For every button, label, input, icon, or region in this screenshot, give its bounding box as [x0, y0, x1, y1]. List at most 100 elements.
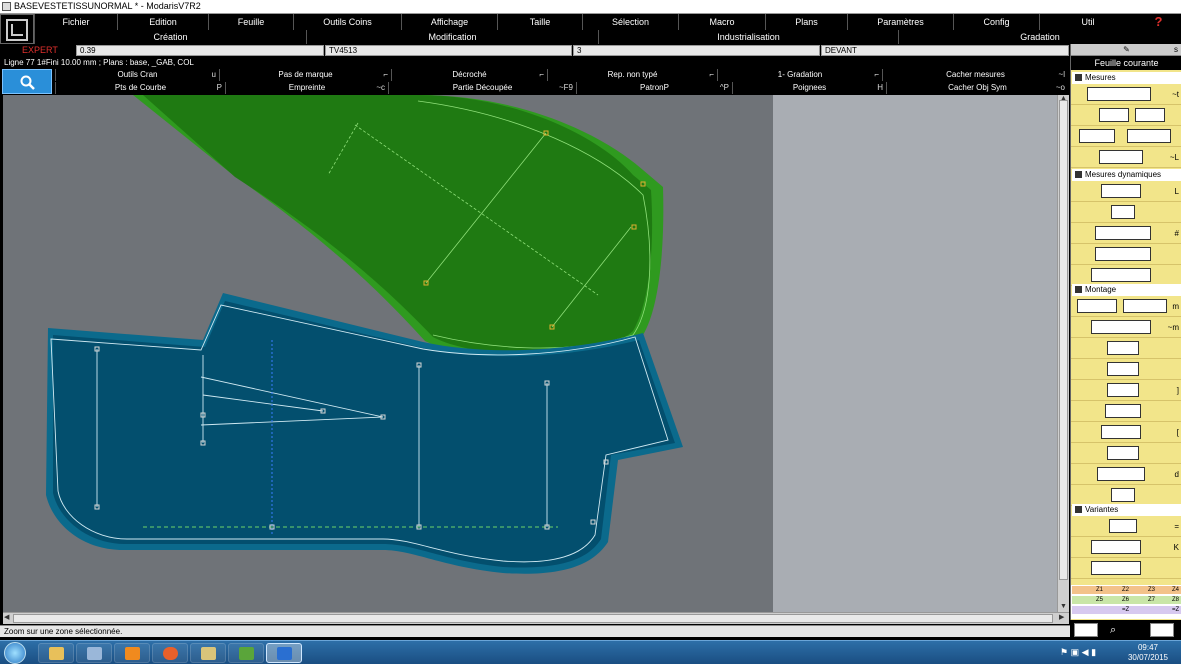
system-tray[interactable]: ⚑ ▣ ◀ ▮ — [1060, 647, 1118, 659]
tool-decroche[interactable]: Décroché ⌐ — [391, 69, 547, 81]
tool-cacher-mesures[interactable]: Cacher mesures ~l — [882, 69, 1068, 81]
section-mesures-dynamiques[interactable]: Mesures dynamiques — [1072, 169, 1181, 181]
menu-outils-coins[interactable]: Outils Coins — [293, 14, 401, 30]
montage-tool-4[interactable] — [1071, 359, 1181, 380]
menu-macro[interactable]: Macro — [678, 14, 765, 30]
measure-curve-tool[interactable]: ~L — [1071, 147, 1181, 168]
montage-tool[interactable]: m — [1071, 296, 1181, 317]
submenu-modification[interactable]: Modification — [306, 30, 598, 44]
montage-tool-3[interactable] — [1071, 338, 1181, 359]
zone-label: =Z — [1122, 607, 1130, 613]
montage-walk-tool[interactable]: ~m — [1071, 317, 1181, 338]
clock[interactable]: 09:47 30/07/2015 — [1120, 643, 1176, 663]
line-info: Ligne 77 1#Fini 10.00 mm ; Plans : base,… — [0, 57, 1070, 68]
menu-feuille[interactable]: Feuille — [208, 14, 293, 30]
menu-taille[interactable]: Taille — [497, 14, 582, 30]
scroll-up-icon[interactable]: ▲ — [1060, 94, 1067, 104]
section-montage[interactable]: Montage — [1072, 284, 1181, 296]
measure-area-tool[interactable] — [1071, 126, 1181, 147]
volume-icon[interactable]: ◀ — [1082, 647, 1089, 657]
shortcut: L — [1174, 187, 1179, 196]
tool-pas-de-marque[interactable]: Pas de marque ⌐ — [219, 69, 391, 81]
help-icon[interactable]: ? — [1136, 14, 1181, 30]
menu-fichier[interactable]: Fichier — [34, 14, 117, 30]
zoom-search-button[interactable] — [2, 69, 52, 94]
piece-measure-icon — [1135, 108, 1165, 122]
modaris-icon[interactable] — [228, 643, 264, 663]
flag-icon[interactable]: ⚑ — [1060, 647, 1068, 657]
dynamic-link-tool-2[interactable] — [1071, 265, 1181, 286]
horizontal-scrollbar[interactable]: ◀ ▶ — [3, 612, 1069, 624]
montage-tool-5[interactable]: ] — [1071, 380, 1181, 401]
menu-config[interactable]: Config — [953, 14, 1039, 30]
battery-icon[interactable]: ▮ — [1091, 647, 1096, 657]
scroll-left-icon[interactable]: ◀ — [4, 613, 9, 623]
dynamic-link-tool[interactable] — [1071, 244, 1181, 265]
app-icon[interactable] — [266, 643, 302, 663]
panel-header[interactable]: ✎ s — [1071, 44, 1181, 56]
tool-rep-non-type[interactable]: Rep. non typé ⌐ — [547, 69, 717, 81]
network-icon[interactable]: ▣ — [1071, 647, 1080, 657]
shortcut: ⌐ — [539, 70, 544, 79]
variant-table-tool[interactable]: K — [1071, 537, 1181, 558]
tool-partie-decoupee[interactable]: Partie Découpée ~F9 — [388, 82, 576, 94]
scroll-down-icon[interactable]: ▼ — [1060, 602, 1067, 612]
firefox-icon[interactable] — [152, 643, 188, 663]
vlc-icon[interactable] — [114, 643, 150, 663]
tool-cacher-obj-sym[interactable]: Cacher Obj Sym ~o — [886, 82, 1068, 94]
shortcut: ⌐ — [383, 70, 388, 79]
clock-time: 09:47 — [1137, 643, 1159, 652]
submenu-industrialisation[interactable]: Industrialisation — [598, 30, 898, 44]
montage-tool-7[interactable]: [ — [1071, 422, 1181, 443]
scroll-thumb[interactable] — [13, 614, 1053, 623]
menu-edition[interactable]: Edition — [117, 14, 208, 30]
submenu-creation[interactable]: Création — [34, 30, 306, 44]
fit-page-icon[interactable] — [1150, 623, 1174, 637]
start-button-icon[interactable] — [4, 642, 26, 664]
montage-tool-8[interactable] — [1071, 443, 1181, 464]
shortcut: ~m — [1167, 323, 1179, 332]
scroll-right-icon[interactable]: ▶ — [1059, 613, 1064, 623]
dynamic-point-tool[interactable] — [1071, 202, 1181, 223]
menu-plans[interactable]: Plans — [765, 14, 847, 30]
gradation-strip[interactable]: Z1 Z2 Z3 Z4 Z5 Z6 Z7 Z8 =Z =Z — [1070, 585, 1181, 619]
tool-pts-de-courbe[interactable]: Pts de Courbe P — [55, 82, 225, 94]
media-icon[interactable] — [76, 643, 112, 663]
work-sheet-canvas[interactable] — [3, 95, 1057, 612]
tool-patronp[interactable]: PatronP ^P — [576, 82, 732, 94]
explorer-icon[interactable] — [38, 643, 74, 663]
montage-tool-9[interactable]: d — [1071, 464, 1181, 485]
tool-outils-cran[interactable]: Outils Cran u — [55, 69, 219, 81]
variant-tool-3[interactable] — [1071, 558, 1181, 579]
zone-label: Z6 — [1122, 597, 1130, 603]
scroll-thumb[interactable] — [1059, 100, 1068, 580]
menu-util[interactable]: Util — [1039, 14, 1136, 30]
zoom-icon[interactable]: ⌕ — [1110, 623, 1124, 637]
vertical-scrollbar[interactable]: ▲ ▼ — [1057, 95, 1069, 612]
dynamic-table-tool[interactable]: # — [1071, 223, 1181, 244]
menu-affichage[interactable]: Affichage — [401, 14, 497, 30]
tool-gradation[interactable]: 1- Gradation ⌐ — [717, 69, 882, 81]
measure-table-tool[interactable]: ~t — [1071, 84, 1181, 105]
tool-empreinte[interactable]: Empreinte ~c — [225, 82, 388, 94]
section-mesures[interactable]: Mesures — [1072, 72, 1181, 84]
montage-tool-10[interactable] — [1071, 485, 1181, 506]
variant-tool[interactable]: = — [1071, 516, 1181, 537]
move-arrows-icon — [1105, 404, 1141, 418]
fit-width-icon[interactable] — [1074, 623, 1098, 637]
piece-icon — [1077, 299, 1117, 313]
menu-parametres[interactable]: Paramètres — [847, 14, 953, 30]
tool-poignees[interactable]: Poignees H — [732, 82, 886, 94]
montage-tool-6[interactable] — [1071, 401, 1181, 422]
dynamic-measure-tool[interactable]: L — [1071, 181, 1181, 202]
measure-tool[interactable] — [1071, 105, 1181, 126]
value-field[interactable]: 0.39 — [76, 45, 324, 56]
piece-name-field[interactable]: TV4513 — [325, 45, 572, 56]
section-variantes[interactable]: Variantes — [1072, 504, 1181, 516]
modaris-window: BASEVESTETISSUNORMAL * - ModarisV7R2 Fic… — [0, 0, 1181, 664]
piece-label-field[interactable]: DEVANT — [821, 45, 1069, 56]
menu-selection[interactable]: Sélection — [582, 14, 678, 30]
size-field[interactable]: 3 — [573, 45, 820, 56]
paint-icon[interactable] — [190, 643, 226, 663]
submenu-gradation[interactable]: Gradation — [898, 30, 1181, 44]
